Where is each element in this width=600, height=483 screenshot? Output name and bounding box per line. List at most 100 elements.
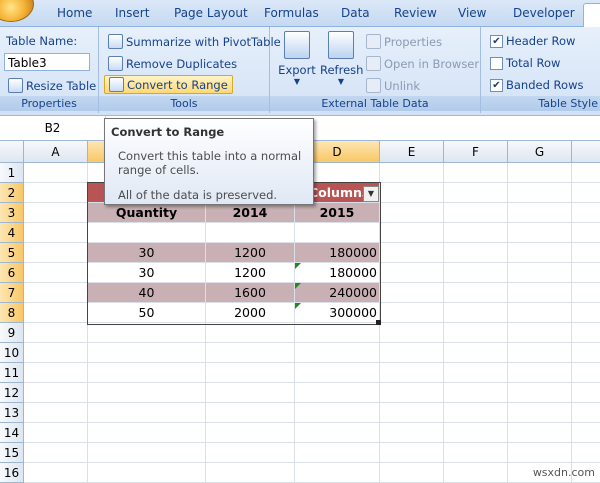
gridlines-vertical [571,163,572,483]
table-cell[interactable]: 30 [88,263,206,283]
table-cell[interactable]: 300000 [295,303,380,323]
office-button[interactable] [0,0,34,22]
table-cell[interactable]: 40 [88,283,206,303]
convert-to-range-button[interactable]: Convert to Range [104,75,233,94]
ribbon: Table Name: Table3 Resize Table Properti… [0,27,600,115]
table-cell[interactable]: 180000 [295,263,380,283]
remove-duplicates-label: Remove Duplicates [126,56,238,71]
properties-button[interactable]: Properties [366,34,442,49]
refresh-dropdown-icon: ▼ [337,77,345,86]
subheader-quantity[interactable]: Quantity [88,203,206,223]
banded-rows-check[interactable]: ✔ [490,78,503,92]
row-header-7[interactable]: 7 [0,283,24,303]
summarize-pivot-button[interactable]: Summarize with PivotTable [108,34,281,49]
convert-to-range-icon [109,77,124,92]
open-in-browser-button[interactable]: Open in Browser [366,56,479,71]
row-header-16[interactable]: 16 [0,463,24,483]
table-name-label: Table Name: [6,34,78,48]
properties-icon [366,34,381,49]
column-header-e[interactable]: E [380,141,444,163]
total-row-checkbox[interactable]: Total Row [490,56,560,70]
header-row-checkbox[interactable]: ✔ Header Row [490,34,575,48]
filter-dropdown-icon[interactable]: ▼ [363,186,379,202]
tab-developer[interactable]: Developer [513,6,575,20]
tab-view[interactable]: View [458,6,486,20]
tab-design-active[interactable] [583,3,600,27]
subheader-2015[interactable]: 2015 [295,203,380,223]
refresh-button[interactable]: Refresh ▼ [320,31,364,86]
total-row-check[interactable] [490,56,503,70]
row-header-6[interactable]: 6 [0,263,24,283]
tab-formulas[interactable]: Formulas [264,6,319,20]
table-name-input[interactable]: Table3 [4,53,90,71]
tab-home[interactable]: Home [57,6,92,20]
external-table-data-group: Export ▼ Refresh ▼ Properties Open in Br… [270,27,481,113]
row-header-1[interactable]: 1 [0,163,24,183]
tooltip-title: Convert to Range [111,125,225,139]
table-cell-empty[interactable] [88,223,206,243]
table-cell[interactable]: 30 [88,243,206,263]
remove-duplicates-button[interactable]: Remove Duplicates [108,56,237,71]
properties-group-label: Properties [0,96,98,111]
tools-group-label: Tools [99,96,269,111]
tab-review[interactable]: Review [394,6,437,20]
table-style-options-group: ✔ Header Row Total Row ✔ Banded Rows Tab… [481,27,600,113]
export-dropdown-icon: ▼ [293,77,301,86]
table-resize-handle[interactable] [376,320,381,325]
row-header-12[interactable]: 12 [0,383,24,403]
refresh-icon [328,31,354,59]
select-all-corner[interactable] [0,141,24,163]
column-header-f[interactable]: F [444,141,508,163]
table-cell[interactable]: 1200 [206,263,295,283]
error-indicator-icon[interactable] [295,303,301,309]
error-indicator-icon[interactable] [295,283,301,289]
row-header-2[interactable]: 2 [0,183,24,203]
remove-duplicates-icon [108,56,123,71]
table-style-group-label: Table Style [481,96,600,111]
row-header-5[interactable]: 5 [0,243,24,263]
column-header-a[interactable]: A [24,141,88,163]
column-header-h[interactable] [572,141,600,163]
export-icon [284,31,310,59]
header-row-label: Header Row [506,34,576,48]
row-header-11[interactable]: 11 [0,363,24,383]
properties-group: Table Name: Table3 Resize Table Properti… [0,27,99,113]
row-header-15[interactable]: 15 [0,443,24,463]
row-header-10[interactable]: 10 [0,343,24,363]
export-button[interactable]: Export ▼ [276,31,318,86]
row-header-4[interactable]: 4 [0,223,24,243]
error-indicator-icon[interactable] [295,263,301,269]
row-header-3[interactable]: 3 [0,203,24,223]
row-header-9[interactable]: 9 [0,323,24,343]
table-cell[interactable]: 240000 [295,283,380,303]
tab-page-layout[interactable]: Page Layout [174,6,248,20]
banded-rows-checkbox[interactable]: ✔ Banded Rows [490,78,583,92]
row-header-8[interactable]: 8 [0,303,24,323]
table-cell[interactable]: 180000 [295,243,380,263]
tooltip-note: All of the data is preserved. [118,188,278,202]
table-cell[interactable]: 2000 [206,303,295,323]
header-row-check[interactable]: ✔ [490,34,503,48]
row-header-14[interactable]: 14 [0,423,24,443]
tooltip-body: Convert this table into a normal range o… [118,149,302,177]
open-in-browser-label: Open in Browser [384,56,480,71]
row-header-13[interactable]: 13 [0,403,24,423]
table-cell[interactable]: 1600 [206,283,295,303]
name-box[interactable]: B2 [0,116,106,140]
unlink-label: Unlink [384,78,421,93]
refresh-label: Refresh [320,63,364,77]
tab-data[interactable]: Data [341,6,370,20]
table-cell-empty[interactable] [295,223,380,243]
table-cell[interactable]: 50 [88,303,206,323]
column-header-g[interactable]: G [508,141,572,163]
summarize-pivot-label: Summarize with PivotTable [126,34,281,49]
tab-insert[interactable]: Insert [115,6,149,20]
unlink-button[interactable]: Unlink [366,78,420,93]
table-cell[interactable]: 1200 [206,243,295,263]
external-group-label: External Table Data [270,96,480,111]
table-cell-empty[interactable] [206,223,295,243]
resize-table-button[interactable]: Resize Table [8,78,96,93]
banded-rows-label: Banded Rows [506,78,584,92]
subheader-2014[interactable]: 2014 [206,203,295,223]
column3-header-label: Column3 [309,185,371,200]
